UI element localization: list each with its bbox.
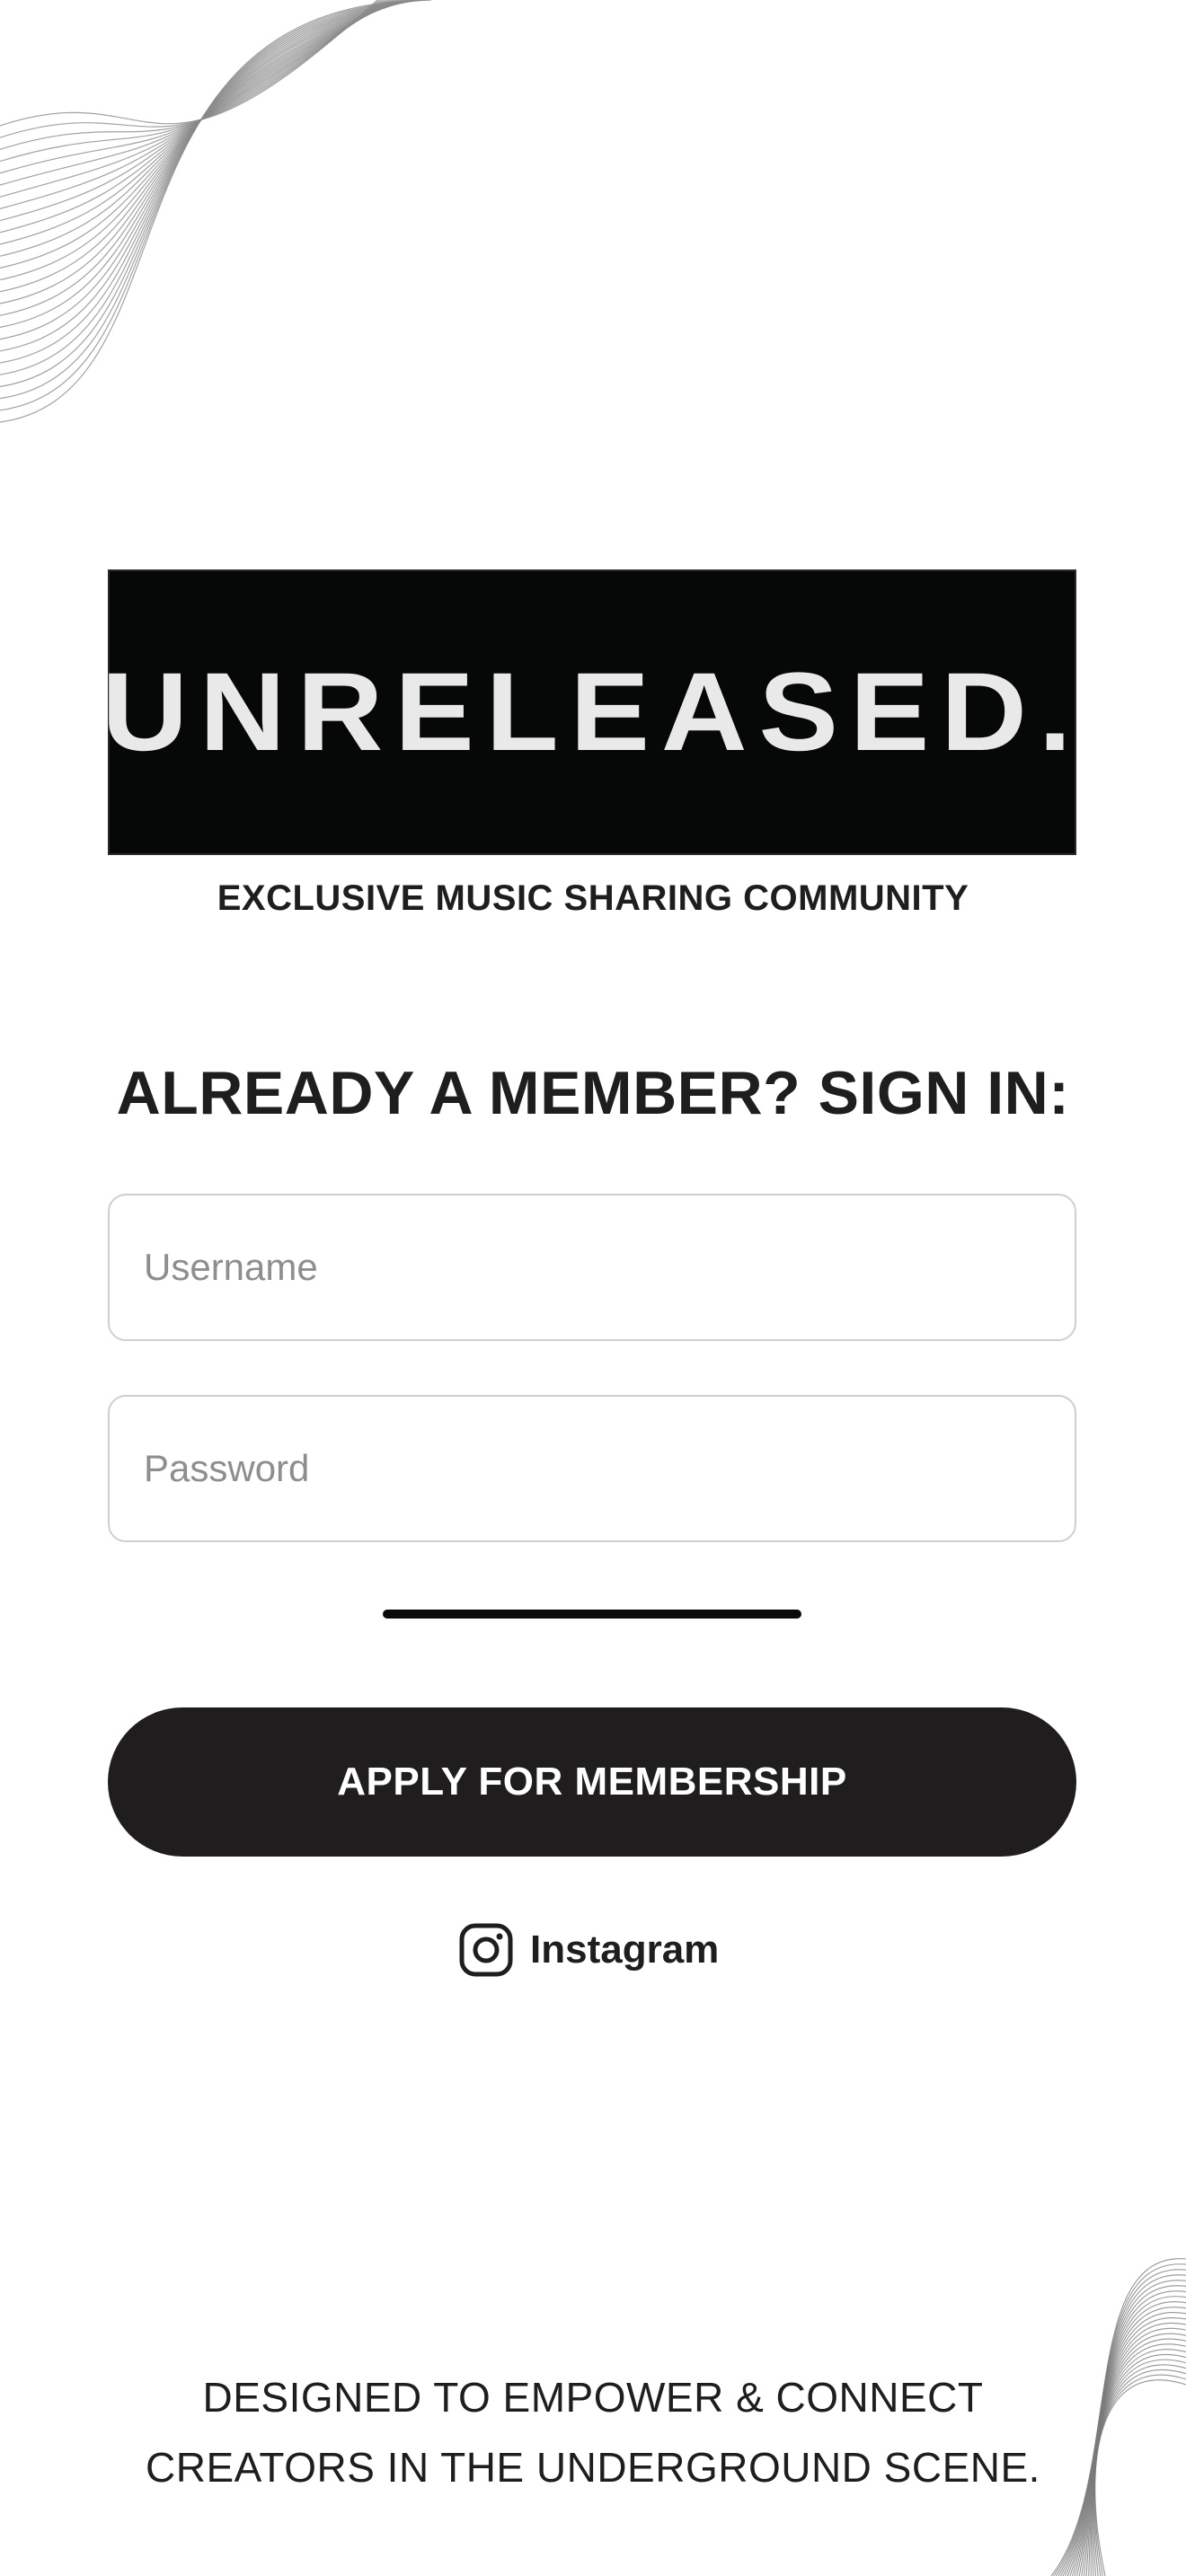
logo-text: UNRELEASED.: [101, 650, 1084, 774]
instagram-label: Instagram: [530, 1928, 720, 1972]
instagram-icon: [458, 1922, 514, 1978]
decorative-wave-top: [0, 0, 431, 423]
unreleased-logo: UNRELEASED.: [102, 569, 1076, 855]
username-input[interactable]: [108, 1194, 1076, 1341]
apply-membership-button[interactable]: APPLY FOR MEMBERSHIP: [108, 1707, 1076, 1857]
password-input[interactable]: [108, 1395, 1076, 1542]
instagram-link[interactable]: Instagram: [458, 1922, 719, 1978]
footer-line-2: CREATORS IN THE UNDERGROUND SCENE.: [146, 2444, 1040, 2491]
footer-tagline: DESIGNED TO EMPOWER & CONNECT CREATORS I…: [0, 2362, 1186, 2502]
tagline: EXCLUSIVE MUSIC SHARING COMMUNITY: [217, 878, 969, 918]
signin-heading: ALREADY A MEMBER? SIGN IN:: [116, 1059, 1070, 1127]
footer-line-1: DESIGNED TO EMPOWER & CONNECT: [202, 2374, 984, 2421]
divider-bar: [383, 1610, 801, 1619]
